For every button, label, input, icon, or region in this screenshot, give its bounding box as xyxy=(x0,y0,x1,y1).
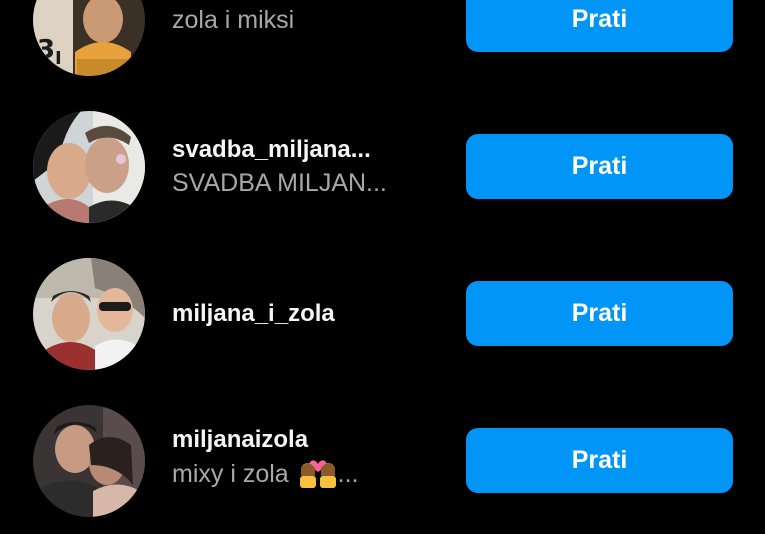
avatar[interactable] xyxy=(33,258,145,370)
follow-button[interactable]: Prati xyxy=(466,428,733,493)
account-info: svadba_miljana... SVADBA MILJAN... xyxy=(172,93,442,240)
account-username: svadba_miljana... xyxy=(172,135,371,163)
account-row[interactable]: svadba_miljana... SVADBA MILJAN... Prati xyxy=(0,93,765,240)
account-info: zola i miksi xyxy=(172,0,442,93)
account-username: miljana_i_zola xyxy=(172,299,335,327)
svg-text:I: I xyxy=(55,48,62,69)
account-row[interactable]: miljanaizola mixy i zola ... Prati xyxy=(0,387,765,534)
avatar[interactable] xyxy=(33,405,145,517)
account-fullname: SVADBA MILJAN... xyxy=(172,168,387,197)
avatar[interactable]: 3 I xyxy=(33,0,145,76)
avatar[interactable] xyxy=(33,111,145,223)
fullname-text: mixy i zola xyxy=(172,460,289,488)
account-row[interactable]: miljana_i_zola Prati xyxy=(0,240,765,387)
follow-button[interactable]: Prati xyxy=(466,134,733,199)
account-fullname: zola i miksi xyxy=(172,5,295,34)
account-fullname: mixy i zola ... xyxy=(172,456,442,497)
follow-button[interactable]: Prati xyxy=(466,281,733,346)
account-info: miljana_i_zola xyxy=(172,240,442,387)
account-row[interactable]: 3 I zola i miksi Prati xyxy=(0,0,765,93)
fullname-ellipsis: ... xyxy=(337,460,359,488)
couple-with-heart-icon xyxy=(298,456,338,497)
follow-button[interactable]: Prati xyxy=(466,0,733,52)
svg-text:3: 3 xyxy=(37,35,55,65)
suggested-accounts-list: 3 I zola i miksi Prati svadba_miljana...… xyxy=(0,0,765,534)
account-username: miljanaizola xyxy=(172,426,309,453)
account-info: miljanaizola mixy i zola ... xyxy=(172,387,442,534)
